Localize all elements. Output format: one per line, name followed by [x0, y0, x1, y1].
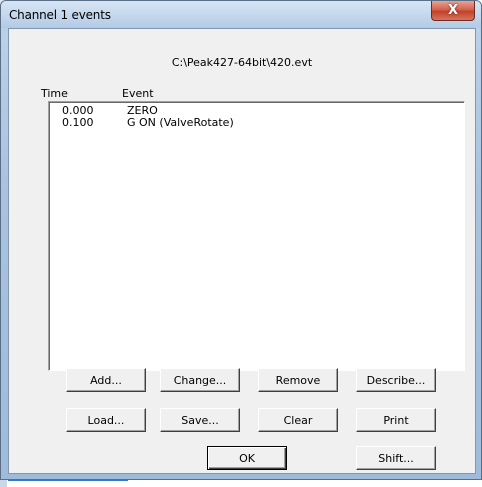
print-button[interactable]: Print	[356, 408, 436, 432]
file-path-label: C:\Peak427-64bit\420.evt	[171, 56, 313, 69]
events-listbox[interactable]: 0.000 ZERO 0.100 G ON (ValveRotate)	[48, 101, 465, 371]
load-button[interactable]: Load...	[66, 408, 146, 432]
add-button[interactable]: Add...	[66, 368, 146, 392]
save-button[interactable]: Save...	[160, 408, 240, 432]
clear-button[interactable]: Clear	[258, 408, 338, 432]
event-time: 0.100	[62, 116, 94, 129]
background-divider	[8, 480, 128, 481]
shift-button[interactable]: Shift...	[356, 446, 436, 470]
dialog-client-area: C:\Peak427-64bit\420.evt Time Event 0.00…	[8, 28, 476, 474]
describe-button[interactable]: Describe...	[356, 368, 436, 392]
ok-button[interactable]: OK	[207, 446, 287, 470]
window-title: Channel 1 events	[9, 8, 111, 22]
event-name: G ON (ValveRotate)	[127, 116, 234, 129]
column-header-time: Time	[41, 87, 68, 100]
close-icon: X	[447, 3, 459, 18]
dialog-window: Channel 1 events X C:\Peak427-64bit\420.…	[0, 0, 482, 480]
change-button[interactable]: Change...	[160, 368, 240, 392]
remove-button[interactable]: Remove	[258, 368, 338, 392]
column-header-event: Event	[122, 87, 154, 100]
close-button[interactable]: X	[431, 1, 475, 21]
title-bar[interactable]: Channel 1 events X	[1, 1, 481, 28]
